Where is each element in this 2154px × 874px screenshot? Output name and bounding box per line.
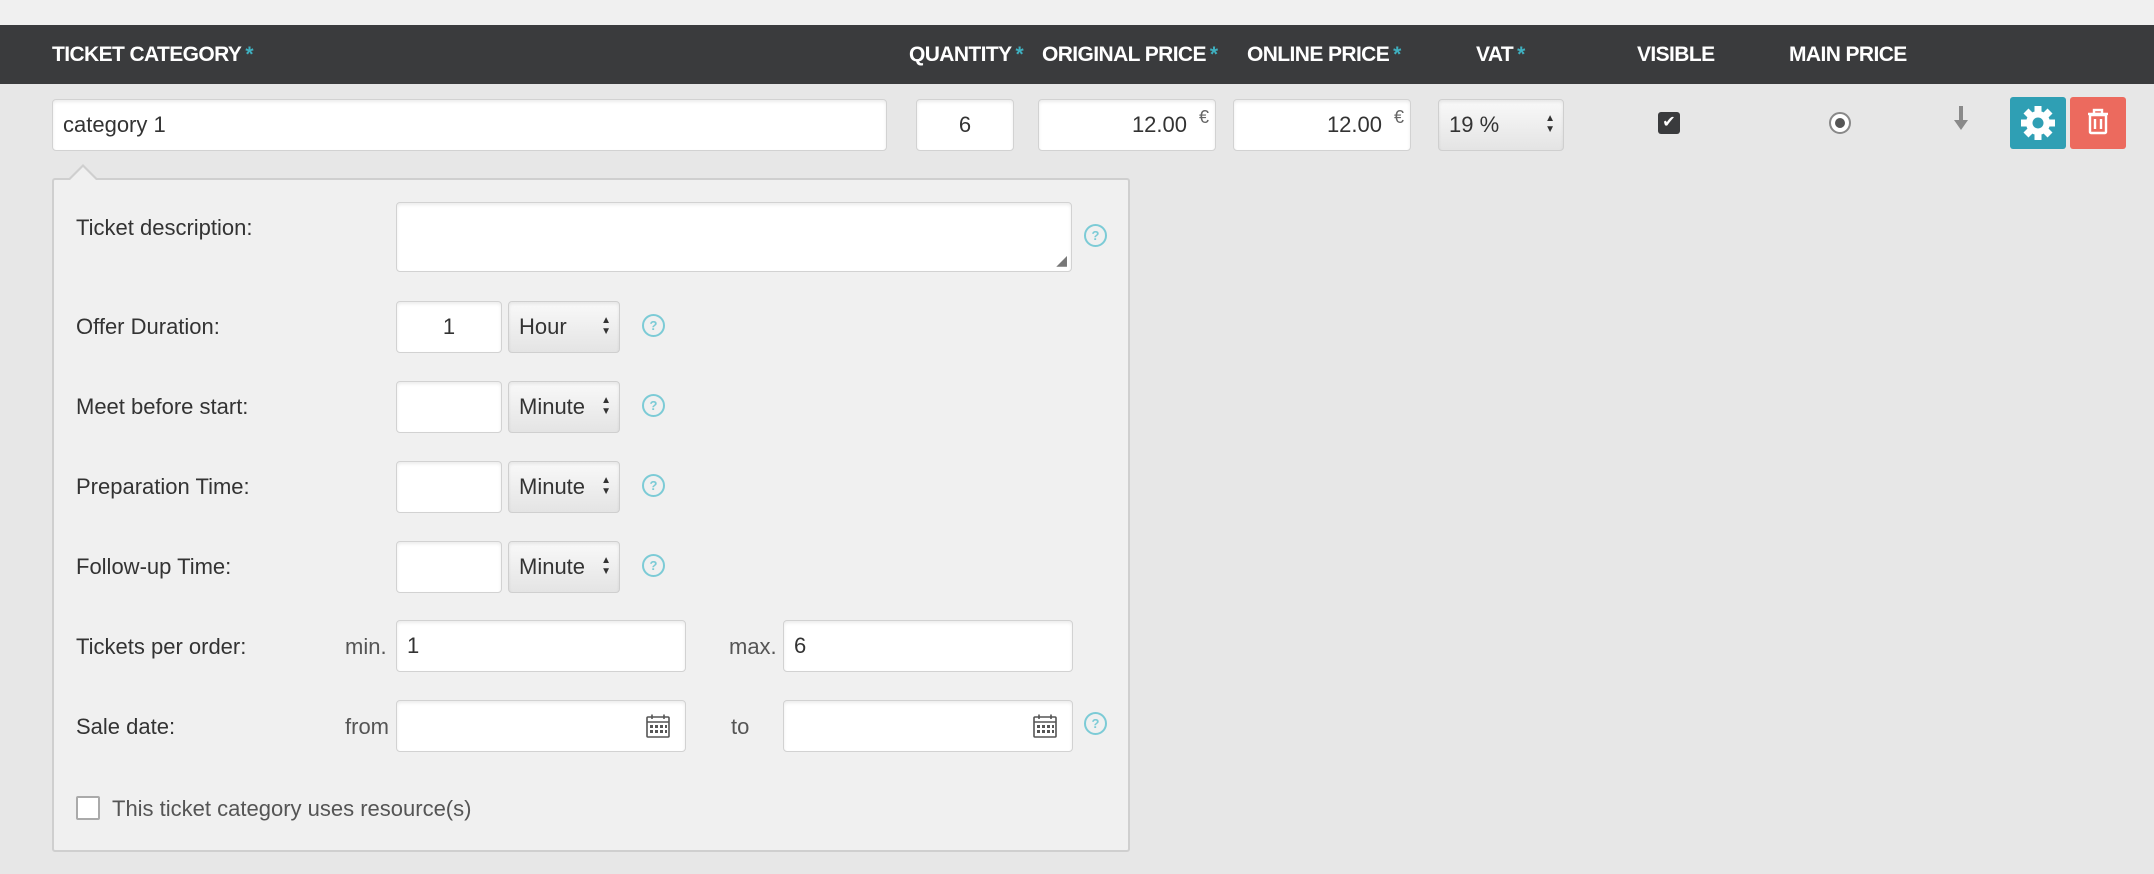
help-icon[interactable]: ?: [1084, 712, 1107, 735]
max-tickets-input[interactable]: 6: [783, 620, 1073, 672]
calendar-icon[interactable]: [645, 713, 671, 739]
uses-resources-checkbox[interactable]: [76, 796, 100, 820]
to-label: to: [731, 714, 750, 739]
online-price-input[interactable]: 12.00 €: [1233, 99, 1411, 151]
help-icon[interactable]: ?: [1084, 224, 1107, 247]
select-arrows-icon: ▲ ▼: [1545, 113, 1555, 135]
follow-up-time-unit: Minute: [519, 554, 586, 579]
currency-symbol: €: [1393, 107, 1404, 127]
quantity-input[interactable]: 6: [916, 99, 1014, 151]
top-strip: [0, 0, 2154, 25]
meet-before-start-label: Meet before start:: [76, 394, 249, 419]
help-icon[interactable]: ?: [642, 394, 665, 417]
min-label: min.: [345, 634, 387, 659]
header-vat: VAT *: [1476, 43, 1525, 66]
sale-date-to-input[interactable]: [783, 700, 1073, 752]
offer-duration-input[interactable]: 1: [396, 301, 502, 353]
meet-before-start-unit-select[interactable]: Minute ▲ ▼: [508, 381, 620, 433]
sale-date-from-input[interactable]: [396, 700, 686, 752]
header-ticket-category: TICKET CATEGORY *: [52, 43, 253, 66]
select-arrows-icon: ▲ ▼: [601, 315, 611, 337]
offer-duration-label: Offer Duration:: [76, 314, 220, 339]
help-icon[interactable]: ?: [642, 554, 665, 577]
main-price-radio[interactable]: [1829, 112, 1851, 134]
ticket-description-label: Ticket description:: [76, 215, 253, 240]
sale-date-label: Sale date:: [76, 714, 176, 739]
header-online-price: ONLINE PRICE *: [1247, 43, 1401, 66]
max-label: max.: [729, 634, 777, 659]
preparation-time-unit: Minute: [519, 474, 586, 499]
trash-icon: [2088, 108, 2108, 135]
settings-button[interactable]: [2010, 97, 2066, 149]
from-label: from: [345, 714, 389, 739]
min-tickets-input[interactable]: 1: [396, 620, 686, 672]
select-arrows-icon: ▲ ▼: [601, 475, 611, 497]
gear-icon: [2021, 106, 2055, 140]
visible-checkbox[interactable]: ✔: [1658, 112, 1680, 134]
select-arrows-icon: ▲ ▼: [601, 395, 611, 417]
offer-duration-unit: Hour: [519, 314, 567, 339]
uses-resources-label: This ticket category uses resource(s): [112, 796, 472, 821]
follow-up-time-input[interactable]: [396, 541, 502, 593]
follow-up-time-unit-select[interactable]: Minute ▲ ▼: [508, 541, 620, 593]
ticket-description-textarea[interactable]: ◢: [396, 202, 1072, 272]
delete-button[interactable]: [2070, 97, 2126, 149]
arrow-down-icon[interactable]: [1952, 104, 1970, 139]
header-main-price: MAIN PRICE: [1789, 43, 1907, 66]
vat-value: 19 %: [1449, 112, 1500, 137]
preparation-time-input[interactable]: [396, 461, 502, 513]
preparation-time-unit-select[interactable]: Minute ▲ ▼: [508, 461, 620, 513]
table-header: TICKET CATEGORY * QUANTITY * ORIGINAL PRIC…: [0, 25, 2154, 84]
original-price-value: 12.00: [1131, 112, 1187, 137]
preparation-time-label: Preparation Time:: [76, 474, 250, 499]
follow-up-time-label: Follow-up Time:: [76, 554, 232, 579]
calendar-icon[interactable]: [1032, 713, 1058, 739]
vat-select[interactable]: 19 % ▲ ▼: [1438, 99, 1564, 151]
offer-duration-unit-select[interactable]: Hour ▲ ▼: [508, 301, 620, 353]
currency-symbol: €: [1198, 107, 1209, 127]
resize-handle-icon[interactable]: ◢: [1056, 252, 1067, 269]
meet-before-start-unit: Minute: [519, 394, 586, 419]
panel-caret-inner: [70, 167, 96, 180]
header-visible: VISIBLE: [1637, 43, 1715, 66]
header-original-price: ORIGINAL PRICE *: [1042, 43, 1218, 66]
tickets-per-order-label: Tickets per order:: [76, 634, 247, 659]
select-arrows-icon: ▲ ▼: [601, 555, 611, 577]
category-name-input[interactable]: category 1: [52, 99, 887, 151]
header-quantity: QUANTITY *: [909, 43, 1024, 66]
help-icon[interactable]: ?: [642, 474, 665, 497]
online-price-value: 12.00: [1326, 112, 1382, 137]
meet-before-start-input[interactable]: [396, 381, 502, 433]
help-icon[interactable]: ?: [642, 314, 665, 337]
original-price-input[interactable]: 12.00 €: [1038, 99, 1216, 151]
